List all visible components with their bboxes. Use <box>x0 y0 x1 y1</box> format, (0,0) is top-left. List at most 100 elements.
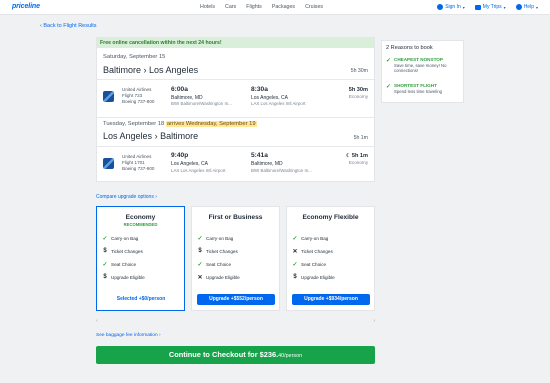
return-aircraft: Boeing 737-900 <box>122 166 155 172</box>
reason-desc: Save time, save money! No connections! <box>394 63 447 74</box>
nav-hotels[interactable]: Hotels <box>200 4 215 10</box>
return-depart-city: Los Angeles, CA <box>171 161 208 167</box>
outbound-origin: Baltimore <box>103 65 142 75</box>
return-cabin: Economy <box>348 160 368 165</box>
cross-icon: ✕ <box>292 249 298 255</box>
reason-title: CHEAPEST NONSTOP <box>394 57 443 62</box>
baggage-link-label: See baggage fee information <box>96 333 158 338</box>
feature-label: Upgrade Eligible <box>301 274 335 280</box>
reasons-title: 2 Reasons to book <box>386 45 433 51</box>
scroll-right-icon[interactable]: › <box>373 318 375 324</box>
return-date: Tuesday, September 18 <box>103 121 165 127</box>
dollar-icon: $ <box>293 274 297 280</box>
feature-label: Seat Choice <box>301 262 327 267</box>
fare-name: Economy <box>125 214 156 221</box>
top-navigation-bar: priceline Hotels Cars Flights Packages C… <box>0 0 550 15</box>
nav-flights[interactable]: Flights <box>246 4 262 10</box>
fare-feature: ✕ Upgrade Eligible <box>197 274 240 281</box>
check-icon: ✓ <box>102 262 108 268</box>
outbound-total-duration: 5h 30m <box>350 68 368 74</box>
outbound-flight-duration: 5h 30m <box>348 87 368 93</box>
outbound-depart-time: 6:00a <box>171 86 188 93</box>
checkout-label: Continue to Checkout for $236. <box>168 350 279 359</box>
check-icon: ✓ <box>197 236 203 242</box>
chevron-down-icon: ▾ <box>503 4 506 10</box>
return-total-duration: 5h 1m <box>353 135 368 141</box>
return-depart-airport: LAX Los Angeles Intl Airport <box>171 168 226 173</box>
compare-link-label: Compare upgrade options <box>96 194 154 200</box>
feature-label: Ticket Changes <box>206 248 238 254</box>
recommended-badge: RECOMMENDED <box>123 222 158 227</box>
reason-item: ✓ SHORTEST FLIGHT Spend less time travel… <box>386 83 462 99</box>
nav-packages[interactable]: Packages <box>272 4 295 10</box>
feature-label: Carry-on Bag <box>301 236 329 241</box>
chevron-down-icon: ▾ <box>535 4 538 10</box>
feature-label: Seat Choice <box>206 262 232 267</box>
check-icon: ✓ <box>197 262 203 268</box>
fare-feature: ✕ Ticket Changes <box>292 248 333 255</box>
outbound-destination: Los Angeles <box>149 65 199 75</box>
nav-cars[interactable]: Cars <box>225 4 236 10</box>
divider <box>97 117 374 118</box>
fare-feature: $ Ticket Changes <box>102 248 142 254</box>
priceline-logo[interactable]: priceline <box>12 3 40 10</box>
continue-to-checkout-button[interactable]: Continue to Checkout for $236.40/person <box>96 346 375 364</box>
fare-option-economy[interactable]: Economy RECOMMENDED ✓ Carry-on Bag $ Ticke… <box>96 206 185 311</box>
baggage-fee-link[interactable]: See baggage fee information › <box>96 333 161 338</box>
return-origin: Los Angeles <box>103 131 153 141</box>
return-flight-info: United Airlines Flight 1701 Boeing 737-9… <box>122 154 154 173</box>
fare-feature: ✓ Carry-on Bag <box>102 235 138 242</box>
upgrade-first-business-button[interactable]: Upgrade +$552/person <box>197 294 275 305</box>
my-trips-label: My Trips <box>482 4 502 10</box>
return-arrive-city: Baltimore, MD <box>251 161 283 167</box>
feature-label: Upgrade Eligible <box>111 274 145 280</box>
check-icon: ✓ <box>386 58 392 64</box>
dollar-icon: $ <box>103 248 107 254</box>
help-menu[interactable]: Help ▾ <box>515 4 538 10</box>
fare-feature: $ Upgrade Eligible <box>102 274 145 280</box>
sign-in-label: Sign In <box>445 4 461 10</box>
return-destination: Baltimore <box>160 131 199 141</box>
back-to-results-link[interactable]: ‹ Back to Flight Results <box>40 23 97 29</box>
divider <box>97 79 374 80</box>
fare-option-economy-flexible[interactable]: Economy Flexible ✓ Carry-on Bag ✕ Ticket C… <box>286 206 375 311</box>
nav-cruises[interactable]: Cruises <box>305 4 323 10</box>
return-date-line: Tuesday, September 18 arrives Wednesday,… <box>103 121 257 127</box>
chevron-right-icon: › <box>158 333 161 338</box>
fare-feature: ✓ Carry-on Bag <box>292 235 328 242</box>
help-icon <box>515 4 522 10</box>
united-airlines-logo <box>103 91 114 102</box>
fare-feature: $ Upgrade Eligible <box>292 274 335 280</box>
feature-label: Seat Choice <box>111 262 137 267</box>
return-flight-duration: 5h 1m <box>351 153 368 159</box>
compare-upgrade-options-link[interactable]: Compare upgrade options › <box>96 194 157 200</box>
fare-option-first-business[interactable]: First or Business ✓ Carry-on Bag $ Ticket … <box>191 206 280 311</box>
outbound-cabin: Economy <box>348 94 368 99</box>
selected-economy-button[interactable]: Selected +$0/person <box>102 294 180 305</box>
return-arrive-time: 5:41a <box>251 152 268 159</box>
check-icon: ✓ <box>292 236 298 242</box>
return-arrive-airport: BWI Baltimore/Washington In... <box>251 168 312 173</box>
united-airlines-logo <box>103 158 114 169</box>
chevron-down-icon: ▾ <box>462 4 465 10</box>
arrives-next-day-note: arrives Wednesday, September 19 <box>165 121 257 127</box>
outbound-flight-info: United Airlines Flight 723 Boeing 737-80… <box>122 87 154 106</box>
fare-name: First or Business <box>208 214 263 221</box>
fare-name: Economy Flexible <box>302 214 359 221</box>
scroll-left-icon[interactable]: ‹ <box>96 318 98 324</box>
reasons-to-book-panel: 2 Reasons to book ✓ CHEAPEST NONSTOP Sav… <box>381 40 464 103</box>
feature-label: Upgrade Eligible <box>206 275 240 280</box>
feature-label: Carry-on Bag <box>111 236 139 241</box>
cancellation-banner: Free online cancellation within the next… <box>97 38 374 48</box>
fare-feature: $ Ticket Changes <box>197 248 238 254</box>
itinerary-card: Free online cancellation within the next… <box>96 37 375 182</box>
outbound-route: Baltimore › Los Angeles <box>103 65 198 75</box>
my-trips-menu[interactable]: My Trips ▾ <box>474 4 506 10</box>
reason-desc: Spend less time traveling <box>394 89 443 94</box>
upgrade-economy-flexible-button[interactable]: Upgrade +$934/person <box>292 294 370 305</box>
checkout-per-person: /person <box>284 353 303 359</box>
dollar-icon: $ <box>103 274 107 280</box>
feature-label: Ticket Changes <box>301 249 333 254</box>
sign-in-menu[interactable]: Sign In ▾ <box>437 4 465 10</box>
fare-feature: ✓ Seat Choice <box>102 261 136 268</box>
